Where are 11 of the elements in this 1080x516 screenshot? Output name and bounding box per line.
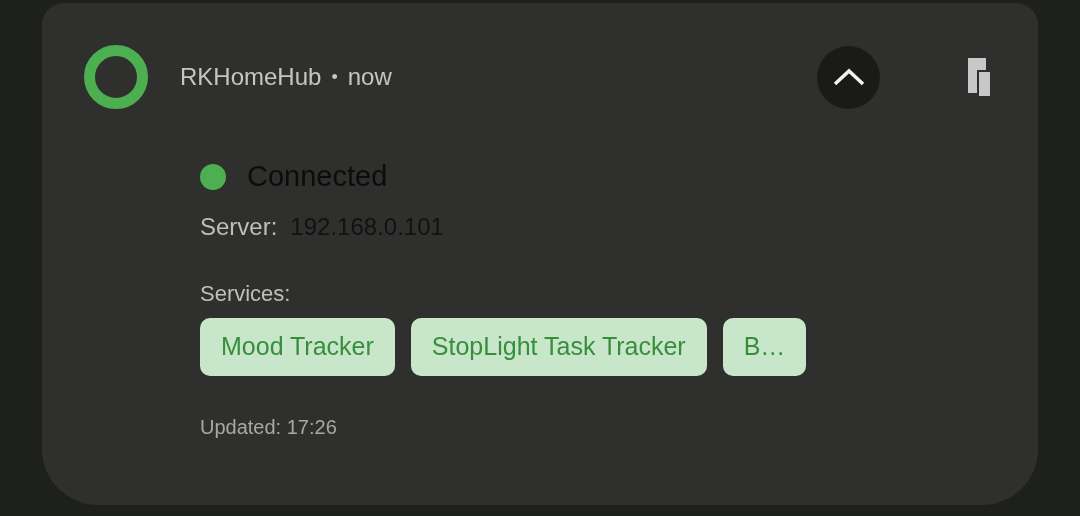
app-ring-icon: [84, 45, 148, 109]
server-label: Server:: [200, 212, 278, 242]
service-chip[interactable]: StopLight Task Tracker: [410, 318, 707, 376]
updated-time: Updated: 17:26: [200, 415, 338, 440]
service-chip[interactable]: B…: [722, 318, 807, 376]
app-name: RKHomeHub: [180, 62, 322, 92]
chevron-up-icon: [831, 67, 866, 87]
notification-time: now: [347, 62, 392, 92]
service-chip[interactable]: Mood Tracker: [200, 318, 395, 376]
services-label: Services:: [200, 280, 291, 308]
separator-dot: •: [331, 65, 338, 89]
